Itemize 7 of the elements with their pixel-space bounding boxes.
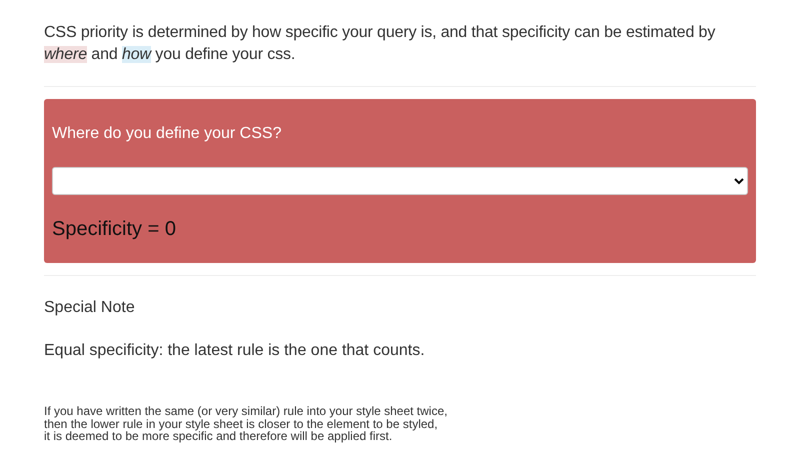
note-details: If you have written the same (or very similar) rule into your style sheet twice, then the lower rule in your style sheet is closer to the element to be styled, it is deemed to be more specific and therefore will be applied first.: [44, 405, 448, 442]
specificity-result: Specificity = 0: [52, 217, 177, 241]
location-select[interactable]: [52, 167, 748, 195]
note-rule: Equal specificity: the latest rule is the one that counts.: [44, 341, 426, 361]
note-title: Special Note: [44, 298, 136, 318]
intro-paragraph: CSS priority is determined by how specific your query is, and that specificity can be estimated by where and how you define your css.: [44, 23, 716, 65]
question-label: Where do you define your CSS?: [52, 124, 282, 144]
